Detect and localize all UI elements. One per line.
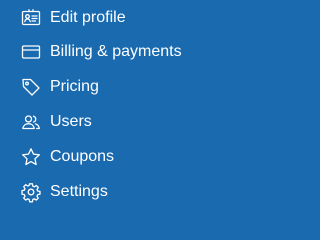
account-menu: Edit profile Billing & payments Pricing xyxy=(0,0,234,218)
menu-item-label: Billing & payments xyxy=(50,43,182,60)
price-tag-icon xyxy=(21,77,41,97)
gear-icon xyxy=(21,182,41,203)
menu-item-pricing[interactable]: Pricing xyxy=(0,72,234,102)
menu-item-coupons[interactable]: Coupons xyxy=(0,142,234,172)
menu-item-label: Edit profile xyxy=(50,9,126,26)
menu-item-billing-payments[interactable]: Billing & payments xyxy=(0,37,234,67)
menu-item-edit-profile[interactable]: Edit profile xyxy=(0,3,234,33)
menu-item-users[interactable]: Users xyxy=(0,107,234,137)
menu-item-settings[interactable]: Settings xyxy=(0,177,234,207)
users-icon xyxy=(21,112,41,132)
menu-item-label: Pricing xyxy=(50,78,99,95)
menu-item-label: Users xyxy=(50,113,92,130)
menu-item-label: Coupons xyxy=(50,148,115,165)
credit-card-icon xyxy=(21,42,41,62)
id-card-icon xyxy=(21,8,41,28)
menu-item-label: Settings xyxy=(50,183,108,200)
star-icon xyxy=(21,147,41,167)
